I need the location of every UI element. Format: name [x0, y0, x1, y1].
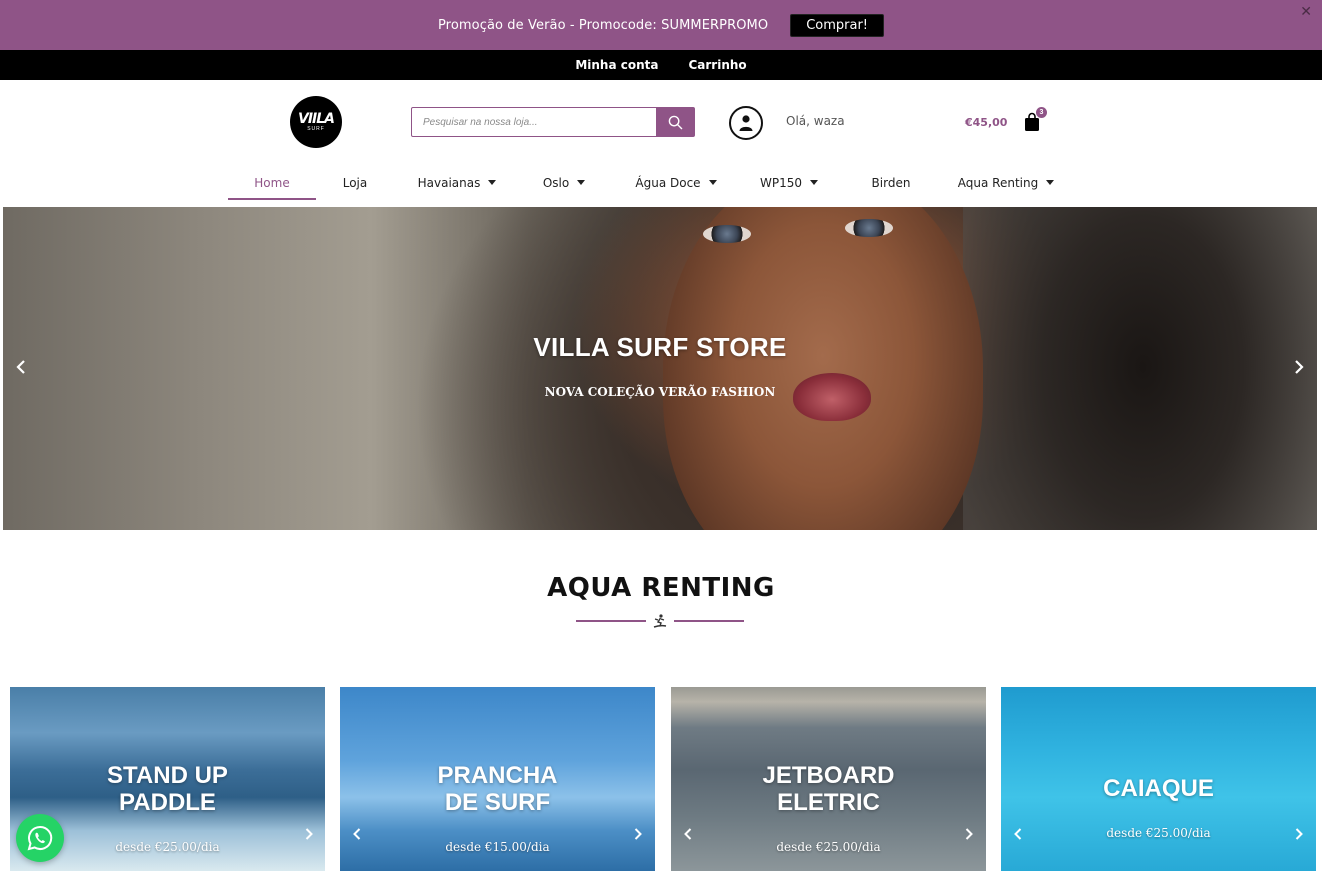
- card-next-arrow-icon[interactable]: [631, 827, 645, 841]
- card-title-line2: PADDLE: [119, 789, 216, 816]
- user-greeting[interactable]: Olá, waza: [786, 114, 845, 128]
- nav-label: Aqua Renting: [957, 175, 1039, 190]
- search-form: [411, 107, 695, 137]
- slider-next-arrow-icon[interactable]: [1289, 357, 1309, 377]
- nav-label: Birden: [871, 175, 911, 190]
- hero-slider: VILLA SURF STORE NOVA COLEÇÃO VERÃO FASH…: [3, 207, 1317, 530]
- my-account-link[interactable]: Minha conta: [575, 58, 658, 72]
- cart-link[interactable]: Carrinho: [688, 58, 746, 72]
- card-title-line1: JETBOARD: [762, 762, 895, 789]
- card-price: desde €25.00/dia: [1106, 826, 1211, 840]
- slider-prev-arrow-icon[interactable]: [11, 357, 31, 377]
- promo-bar: Promoção de Verão - Promocode: SUMMERPRO…: [0, 0, 1322, 50]
- search-button[interactable]: [656, 108, 694, 136]
- nav-home[interactable]: Home: [228, 165, 316, 200]
- card-title-line2: ELETRIC: [777, 789, 880, 816]
- nav-havaianas[interactable]: Havaianas: [394, 165, 520, 200]
- card-price: desde €15.00/dia: [445, 840, 550, 854]
- divider-line: [576, 620, 646, 622]
- hero-image-eye: [703, 225, 751, 243]
- card-prev-arrow-icon[interactable]: [681, 827, 695, 841]
- promo-text: Promoção de Verão - Promocode: SUMMERPRO…: [437, 17, 769, 33]
- chevron-down-icon: [1046, 180, 1055, 185]
- card-prev-arrow-icon[interactable]: [350, 827, 364, 841]
- whatsapp-icon: [27, 825, 53, 851]
- card-title-line2: DE SURF: [444, 789, 551, 816]
- chevron-down-icon: [488, 180, 497, 185]
- close-icon[interactable]: ✕: [1300, 4, 1312, 18]
- rental-card-caiaque[interactable]: CAIAQUE desde €25.00/dia: [1001, 687, 1316, 871]
- section-divider: [576, 612, 744, 630]
- card-title-line1: PRANCHA: [437, 762, 558, 789]
- card-next-arrow-icon[interactable]: [302, 827, 316, 841]
- nav-agua-doce[interactable]: Água Doce: [608, 165, 744, 200]
- promo-buy-button[interactable]: Comprar!: [790, 13, 885, 37]
- rental-card-jetboard-eletric[interactable]: JETBOARD ELETRIC desde €25.00/dia: [671, 687, 986, 871]
- hero-image-eye: [845, 219, 893, 237]
- account-bar: Minha conta Carrinho: [0, 50, 1322, 80]
- nav-label: Loja: [342, 175, 368, 190]
- nav-label: Havaianas: [417, 175, 481, 190]
- logo-text: VIILA: [297, 111, 335, 127]
- search-icon: [668, 115, 682, 129]
- logo-subtext: SURF: [307, 126, 325, 132]
- nav-oslo[interactable]: Oslo: [520, 165, 608, 200]
- nav-label: WP150: [759, 175, 802, 190]
- hero-subtitle: NOVA COLEÇÃO VERÃO FASHION: [544, 385, 776, 399]
- nav-label: Água Doce: [635, 175, 701, 190]
- site-logo[interactable]: VIILA SURF: [290, 96, 342, 148]
- user-account-icon[interactable]: [729, 106, 763, 140]
- nav-label: Home: [254, 175, 290, 190]
- section-title: AQUA RENTING: [547, 573, 775, 603]
- hero-image-hair: [963, 207, 1317, 530]
- card-prev-arrow-icon[interactable]: [1011, 827, 1025, 841]
- nav-label: Oslo: [542, 175, 570, 190]
- nav-aqua-renting[interactable]: Aqua Renting: [948, 165, 1064, 200]
- chevron-down-icon: [810, 180, 818, 185]
- card-price: desde €25.00/dia: [776, 840, 881, 854]
- card-next-arrow-icon[interactable]: [1292, 827, 1306, 841]
- hero-image-face: [663, 207, 983, 530]
- cart-count-badge: 3: [1036, 107, 1047, 118]
- surfer-icon: [653, 614, 667, 628]
- card-title-line1: STAND UP: [107, 762, 228, 789]
- search-input[interactable]: [412, 108, 656, 136]
- rental-card-prancha-de-surf[interactable]: PRANCHA DE SURF desde €15.00/dia: [340, 687, 655, 871]
- hero-title: VILLA SURF STORE: [533, 332, 787, 362]
- nav-wp150[interactable]: WP150: [744, 165, 834, 200]
- chevron-down-icon: [708, 180, 717, 185]
- whatsapp-chat-button[interactable]: [16, 814, 64, 862]
- card-title-line1: CAIAQUE: [1103, 775, 1214, 802]
- cart-total[interactable]: €45,00: [965, 116, 1007, 129]
- nav-birden[interactable]: Birden: [834, 165, 948, 200]
- chevron-down-icon: [577, 180, 586, 185]
- divider-line: [674, 620, 744, 622]
- card-next-arrow-icon[interactable]: [962, 827, 976, 841]
- person-icon: [739, 115, 753, 131]
- nav-loja[interactable]: Loja: [316, 165, 394, 200]
- main-navigation: Home Loja Havaianas Oslo Água Doce WP150…: [228, 165, 1064, 200]
